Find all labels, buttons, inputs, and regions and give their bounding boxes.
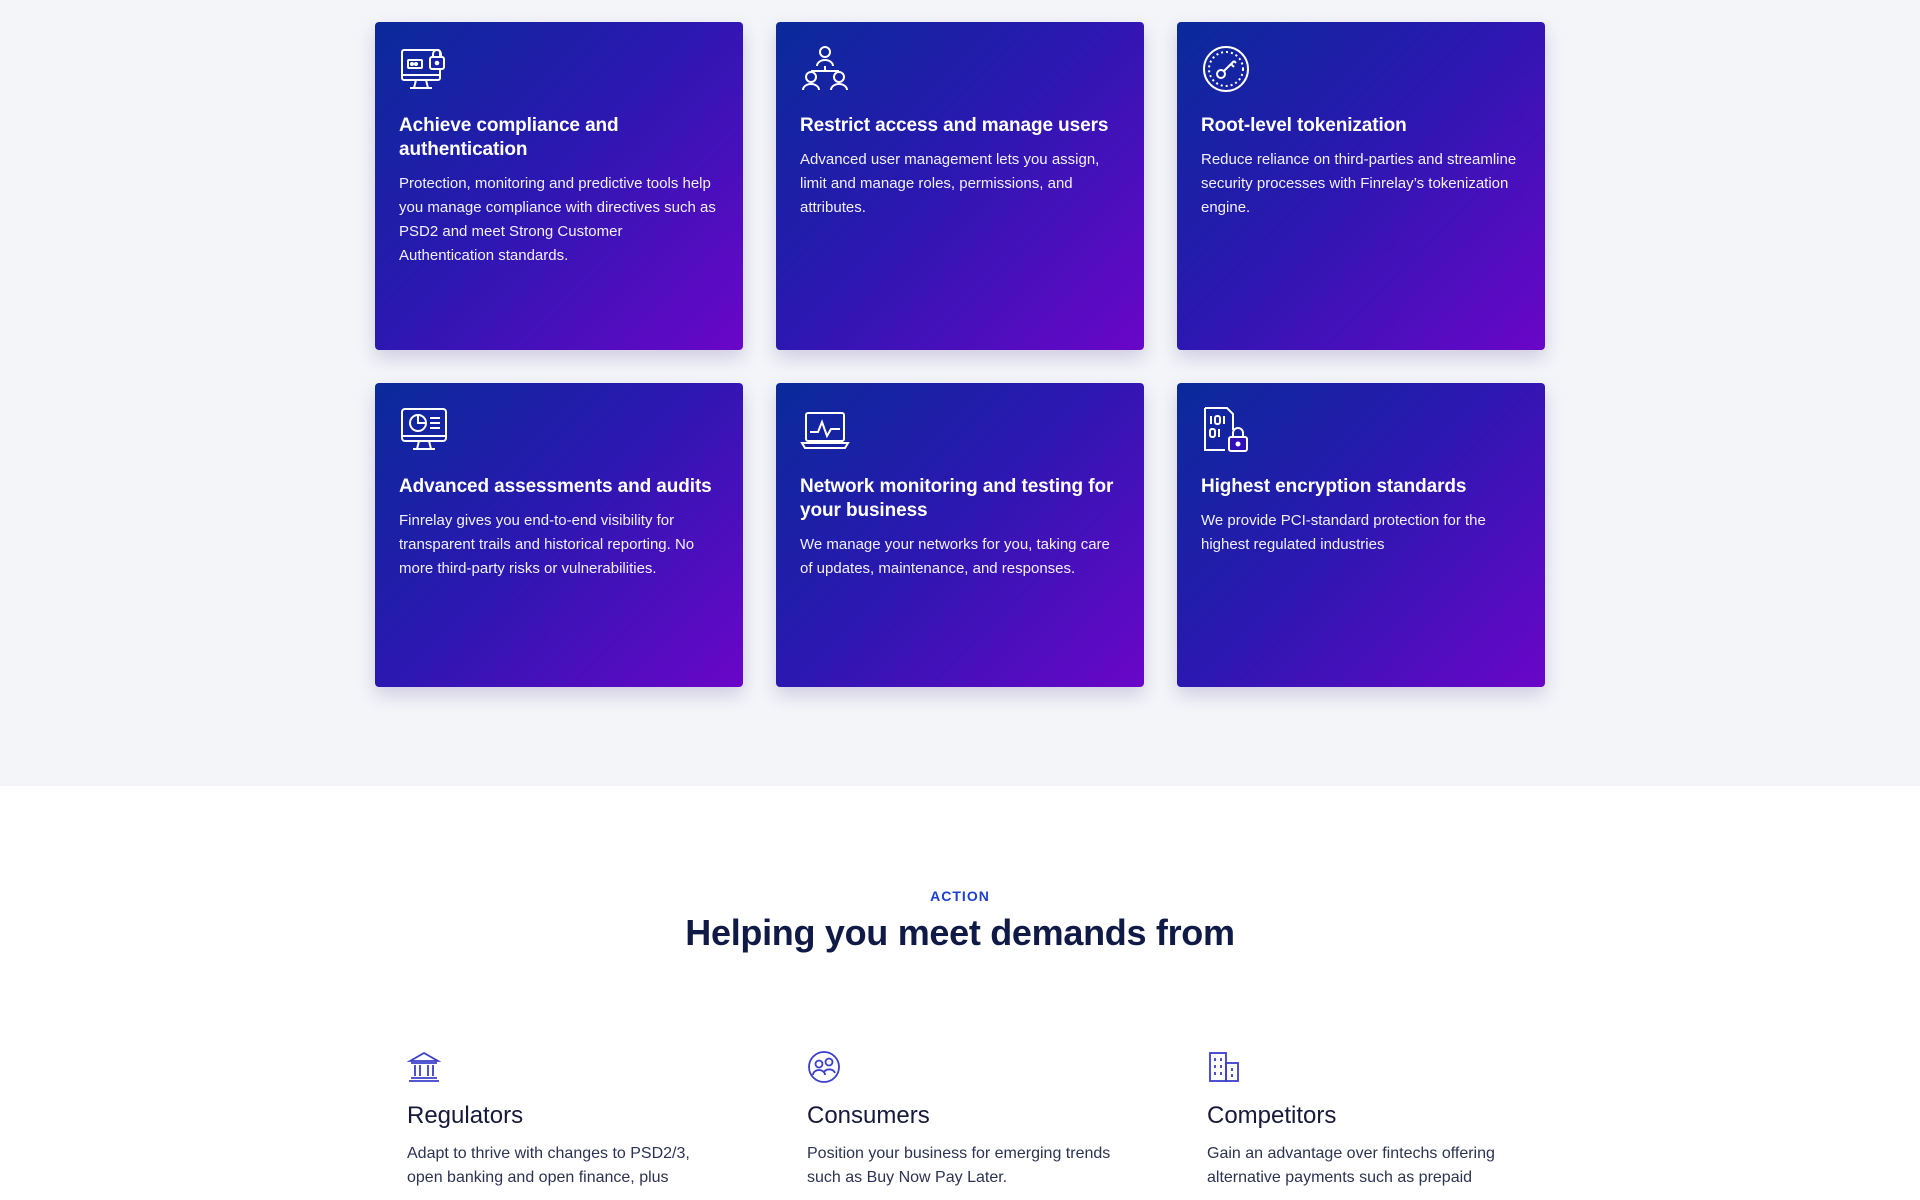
users-circle-icon bbox=[807, 1050, 841, 1084]
feature-title: Network monitoring and testing for your … bbox=[800, 476, 1114, 521]
demand-item-competitors: Competitors Gain an advantage over finte… bbox=[1207, 1050, 1557, 1190]
bank-icon bbox=[407, 1050, 441, 1084]
monitor-lock-icon bbox=[399, 44, 449, 94]
monitor-chart-icon bbox=[399, 405, 449, 455]
features-section: Achieve compliance and authentication Pr… bbox=[0, 0, 1920, 786]
section-heading: Helping you meet demands from bbox=[685, 912, 1235, 953]
section-eyebrow: ACTION bbox=[930, 888, 990, 904]
feature-title: Achieve compliance and authentication bbox=[399, 115, 619, 160]
demand-title: Competitors bbox=[1207, 1102, 1337, 1129]
demand-description: Position your business for emerging tren… bbox=[807, 1145, 1111, 1186]
buildings-icon bbox=[1207, 1050, 1241, 1084]
feature-cards-grid: Achieve compliance and authentication Pr… bbox=[375, 22, 1545, 687]
binary-lock-icon bbox=[1201, 405, 1251, 455]
user-hierarchy-icon bbox=[800, 44, 850, 94]
feature-title: Advanced assessments and audits bbox=[399, 476, 712, 497]
demand-title: Consumers bbox=[807, 1102, 930, 1129]
demand-title: Regulators bbox=[407, 1102, 524, 1129]
laptop-pulse-icon bbox=[800, 405, 850, 455]
demand-item-regulators: Regulators Adapt to thrive with changes … bbox=[407, 1050, 807, 1190]
demands-list: Regulators Adapt to thrive with changes … bbox=[407, 1050, 1557, 1190]
feature-description: We provide PCI-standard protection for t… bbox=[1201, 512, 1486, 553]
feature-card-encryption: Highest encryption standards We provide … bbox=[1177, 383, 1545, 687]
feature-description: Advanced user management lets you assign… bbox=[800, 151, 1100, 216]
feature-title: Restrict access and manage users bbox=[800, 115, 1109, 136]
feature-card-access: Restrict access and manage users Advance… bbox=[776, 22, 1144, 350]
feature-description: Finrelay gives you end-to-end visibility… bbox=[399, 512, 695, 577]
feature-card-audits: Advanced assessments and audits Finrelay… bbox=[375, 383, 743, 687]
feature-description: We manage your networks for you, taking … bbox=[800, 536, 1110, 577]
feature-description: Protection, monitoring and predictive to… bbox=[399, 175, 716, 264]
feature-card-tokenization: Root-level tokenization Reduce reliance … bbox=[1177, 22, 1545, 350]
demand-description: Adapt to thrive with changes to PSD2/3, … bbox=[407, 1145, 690, 1186]
feature-description: Reduce reliance on third-parties and str… bbox=[1201, 151, 1517, 216]
feature-title: Highest encryption standards bbox=[1201, 476, 1467, 497]
demand-item-consumers: Consumers Position your business for eme… bbox=[807, 1050, 1207, 1190]
key-circle-icon bbox=[1201, 44, 1251, 94]
demand-description: Gain an advantage over fintechs offering… bbox=[1207, 1145, 1495, 1186]
feature-card-network: Network monitoring and testing for your … bbox=[776, 383, 1144, 687]
feature-title: Root-level tokenization bbox=[1201, 115, 1407, 136]
feature-card-compliance: Achieve compliance and authentication Pr… bbox=[375, 22, 743, 350]
